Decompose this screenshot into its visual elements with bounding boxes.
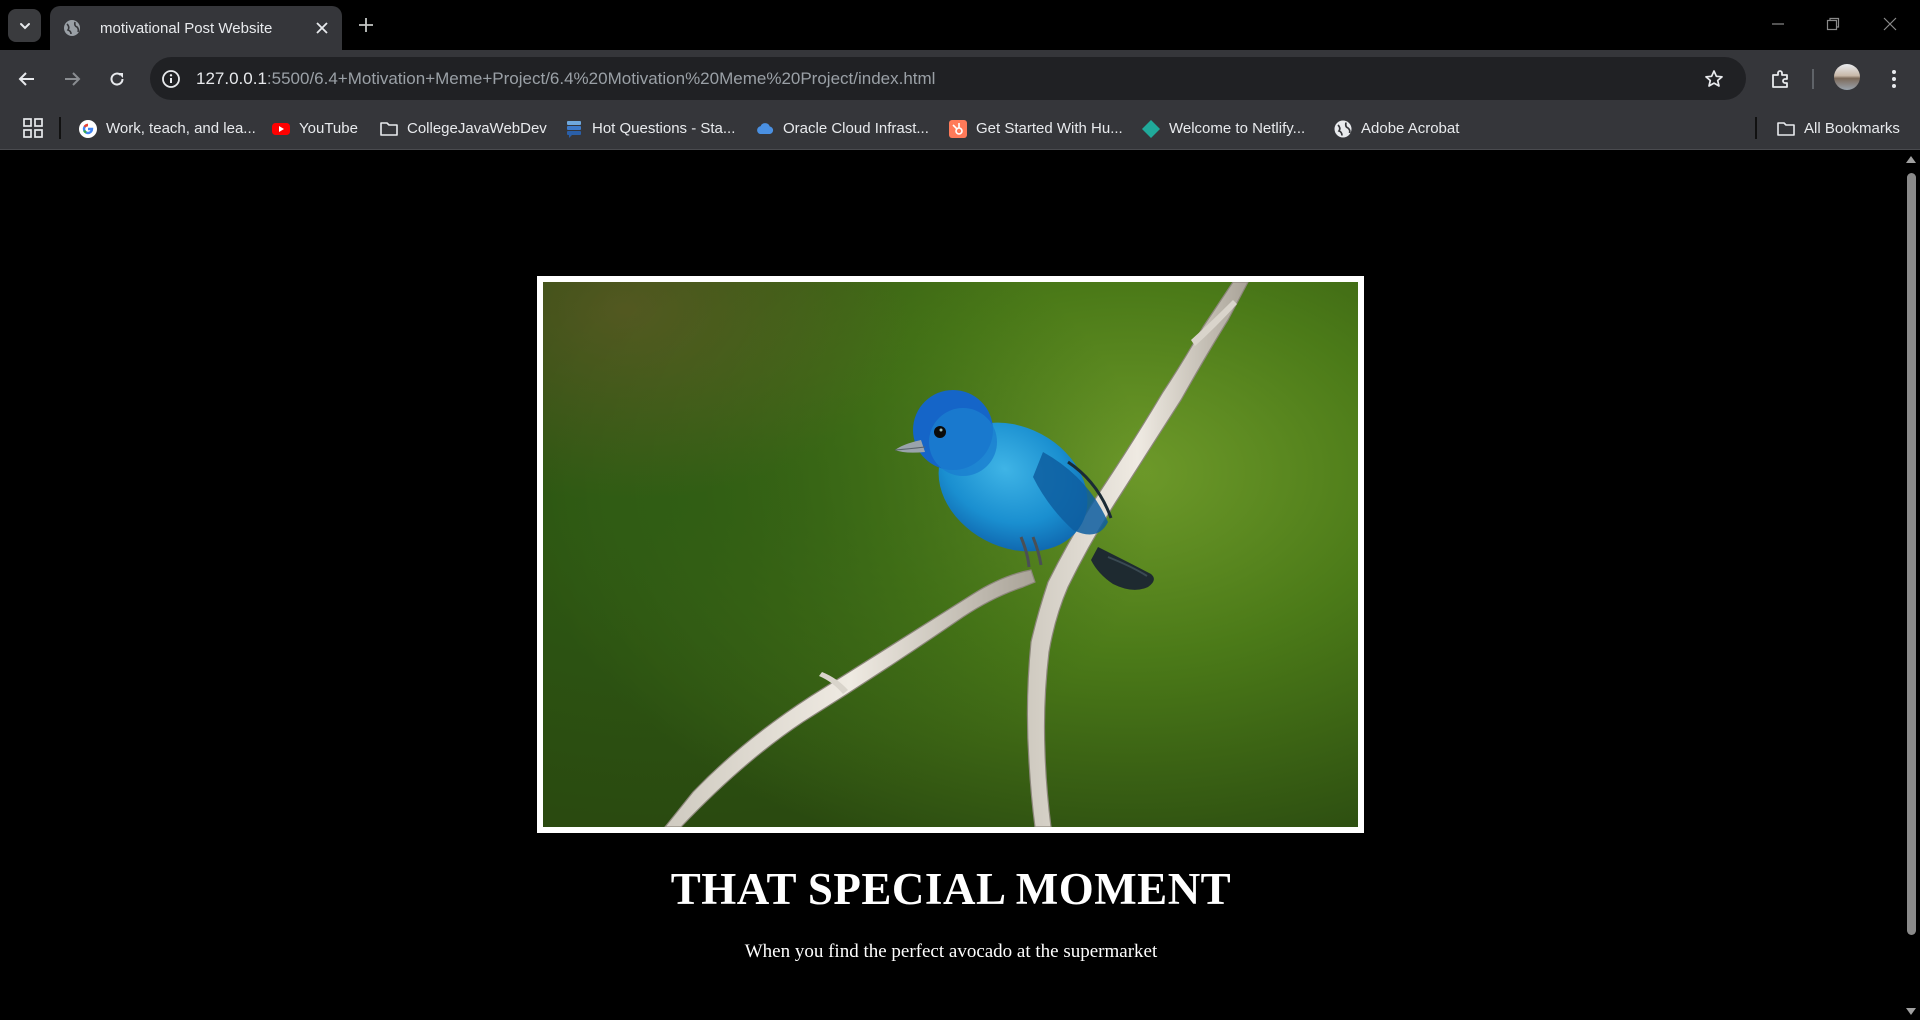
restore-icon	[1826, 17, 1840, 31]
new-tab-button[interactable]	[354, 13, 378, 37]
globe-icon	[64, 20, 80, 36]
bookmark-item[interactable]: CollegeJavaWebDev	[379, 107, 547, 150]
forward-button[interactable]	[57, 64, 87, 94]
globe-icon	[1333, 119, 1353, 139]
url-text[interactable]: 127.0.0.1:5500/6.4+Motivation+Meme+Proje…	[196, 69, 935, 89]
scrollbar-thumb[interactable]	[1907, 173, 1916, 935]
bookmark-star-button[interactable]	[1702, 67, 1726, 91]
url-host: 127.0.0.1	[196, 68, 267, 88]
browser-menu-button[interactable]	[1879, 64, 1909, 94]
active-tab[interactable]: motivational Post Website	[50, 6, 342, 50]
page-scrollbar[interactable]	[1902, 151, 1920, 1020]
all-bookmarks-button[interactable]: All Bookmarks	[1776, 107, 1900, 150]
apps-grid-icon[interactable]	[22, 117, 44, 139]
bookmark-label: CollegeJavaWebDev	[407, 120, 547, 137]
netlify-icon	[1141, 119, 1161, 139]
bookmark-label: Oracle Cloud Infrast...	[783, 120, 929, 137]
bookmark-item[interactable]: YouTube	[271, 107, 358, 150]
poster-caption: When you find the perfect avocado at the…	[744, 941, 1158, 962]
tab-search-button[interactable]	[8, 9, 41, 42]
bookmark-label: Work, teach, and lea...	[106, 120, 256, 137]
bookmark-item[interactable]: Hot Questions - Sta...	[564, 107, 735, 150]
bookmarks-separator	[1755, 117, 1757, 139]
toolbar-divider	[1812, 69, 1814, 89]
bookmark-item[interactable]: Work, teach, and lea...	[78, 107, 256, 150]
address-bar[interactable]: 127.0.0.1:5500/6.4+Motivation+Meme+Proje…	[150, 57, 1746, 100]
youtube-icon	[271, 119, 291, 139]
scroll-up-arrow-icon[interactable]	[1906, 156, 1916, 163]
info-icon	[162, 69, 180, 88]
minimize-icon	[1772, 23, 1784, 25]
blue-bird-on-branch-photo	[543, 282, 1358, 827]
google-icon	[78, 119, 98, 139]
bookmark-item[interactable]: Welcome to Netlify...	[1141, 107, 1305, 150]
browser-toolbar: 127.0.0.1:5500/6.4+Motivation+Meme+Proje…	[0, 50, 1920, 107]
bookmark-item[interactable]: Get Started With Hu...	[948, 107, 1123, 150]
close-icon	[316, 22, 328, 34]
more-vertical-icon	[1892, 70, 1896, 88]
chevron-down-icon	[19, 22, 30, 29]
scroll-down-arrow-icon[interactable]	[1906, 1008, 1916, 1015]
bookmark-label: Get Started With Hu...	[976, 120, 1123, 137]
close-icon	[1883, 17, 1897, 31]
page-content: THAT SPECIAL MOMENT When you find the pe…	[0, 151, 1902, 1020]
poster-image-frame	[537, 276, 1364, 833]
arrow-left-icon	[18, 72, 34, 86]
hubspot-icon	[948, 119, 968, 139]
tab-close-button[interactable]	[312, 18, 332, 38]
tab-title: motivational Post Website	[100, 19, 273, 37]
puzzle-piece-icon	[1772, 70, 1788, 88]
close-window-button[interactable]	[1875, 10, 1905, 38]
back-button[interactable]	[12, 64, 42, 94]
cloud-icon	[755, 119, 775, 139]
stack-exchange-icon	[564, 119, 584, 139]
bookmark-label: YouTube	[299, 120, 358, 137]
bookmark-item[interactable]: Oracle Cloud Infrast...	[755, 107, 929, 150]
bookmark-label: Welcome to Netlify...	[1169, 120, 1306, 137]
bookmark-label: Adobe Acrobat	[1361, 120, 1460, 137]
star-icon	[1705, 70, 1723, 87]
plus-icon	[359, 18, 373, 32]
bookmarks-bar: Work, teach, and lea... YouTube CollegeJ…	[0, 107, 1920, 150]
bookmark-label: Hot Questions - Sta...	[592, 120, 736, 137]
folder-icon	[1776, 119, 1796, 139]
bookmark-item[interactable]: Adobe Acrobat	[1333, 107, 1459, 150]
profile-avatar[interactable]	[1834, 64, 1860, 90]
all-bookmarks-label: All Bookmarks	[1804, 120, 1900, 137]
arrow-right-icon	[65, 72, 81, 86]
bookmarks-separator	[59, 117, 61, 139]
minimize-button[interactable]	[1763, 10, 1793, 38]
poster-title: THAT SPECIAL MOMENT	[670, 864, 1232, 914]
url-path: :5500/6.4+Motivation+Meme+Project/6.4%20…	[266, 68, 936, 88]
extensions-button[interactable]	[1766, 64, 1796, 94]
tab-strip: motivational Post Website	[0, 0, 1920, 50]
restore-button[interactable]	[1818, 10, 1848, 38]
site-info-button[interactable]	[160, 68, 182, 90]
reload-icon	[110, 72, 124, 86]
folder-icon	[379, 119, 399, 139]
reload-button[interactable]	[102, 64, 132, 94]
